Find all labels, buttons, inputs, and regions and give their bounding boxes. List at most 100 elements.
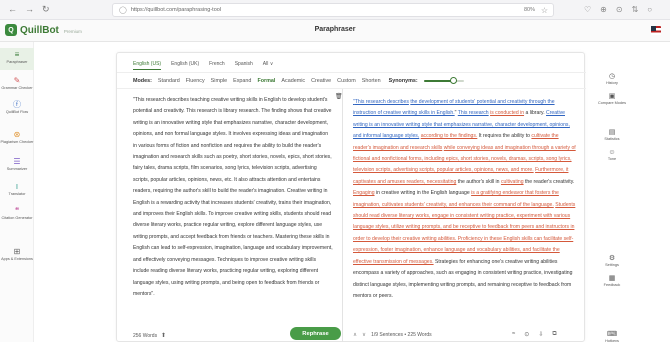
extension-icon[interactable]: ○ <box>647 5 652 14</box>
extension-icon[interactable]: ♡ <box>584 5 591 14</box>
prev-sentence-icon[interactable]: ∧ <box>353 332 357 338</box>
synonyms-slider[interactable] <box>423 77 464 85</box>
changed-words[interactable]: according to the findings. <box>421 133 478 139</box>
reload-icon[interactable]: ↻ <box>42 4 50 15</box>
feedback-icon: ▦ <box>608 275 616 282</box>
sidebar-item-translator[interactable]: ౹ Translator <box>0 182 34 197</box>
browser-toolbar: ← → ↻ ◯ https://quillbot.com/paraphrasin… <box>0 0 670 20</box>
left-sidebar: ≡ Paraphraser ✎ Grammar Checker ⓕ QuillBot Fl… <box>0 42 34 342</box>
sidebar-item-paraphraser[interactable]: ≡ Paraphraser <box>0 48 34 70</box>
tool-feedback[interactable]: ▦ Feedback <box>597 274 627 287</box>
mode-custom[interactable]: Custom <box>337 78 356 84</box>
download-icon[interactable]: ⇩ <box>538 331 543 338</box>
mode-creative[interactable]: Creative <box>311 78 331 84</box>
tool-label: History <box>606 81 618 85</box>
tool-history[interactable]: ◷ History <box>597 72 627 85</box>
sidebar-item-label: Grammar Checker <box>1 86 33 91</box>
synonyms-label: Synonyms: <box>388 78 418 84</box>
tool-statistics[interactable]: ▤ Statistics <box>597 128 627 141</box>
mode-standard[interactable]: Standard <box>158 78 180 84</box>
language-tabs: English (US) English (UK) French Spanish All… <box>133 61 273 70</box>
changed-words[interactable]: is a gratifying endeavor that fosters th… <box>353 190 559 207</box>
app-header: Q QuillBot Premium Paraphraser <box>0 20 670 42</box>
extension-icon[interactable]: ⊕ <box>600 5 607 14</box>
sidebar-item-label: Plagiarism Checker <box>0 140 34 145</box>
upload-icon[interactable]: ⬆ <box>161 332 166 339</box>
tone-icon[interactable]: ⊙ <box>524 331 529 338</box>
sidebar-item-label: Summarizer <box>6 167 28 172</box>
star-icon[interactable]: ☆ <box>541 6 548 15</box>
output-text[interactable]: "This research describes the development… <box>353 97 578 302</box>
tool-label: Compare Modes <box>597 101 627 105</box>
next-sentence-icon[interactable]: ∨ <box>362 332 366 338</box>
chevron-down-icon: ∨ <box>268 61 274 67</box>
mode-fluency[interactable]: Fluency <box>186 78 205 84</box>
sidebar-item-apps-extensions[interactable]: ⊞ Apps & Extensions <box>0 247 34 262</box>
paraphraser-icon: ≡ <box>14 50 20 59</box>
tool-settings[interactable]: ⚙ Settings <box>597 254 627 267</box>
sidebar-item-quillbot-flow[interactable]: ⓕ QuillBot Flow <box>0 100 34 115</box>
citation-generator-icon: ❝ <box>14 206 20 215</box>
sentence-navigator: ∧ ∨ 1/9 Sentences • 225 Words <box>353 332 432 338</box>
us-flag-icon[interactable] <box>651 26 661 35</box>
tool-compare-modes[interactable]: ▣ Compare Modes <box>597 92 627 105</box>
address-bar[interactable]: ◯ https://quillbot.com/paraphrasing-tool… <box>112 3 554 17</box>
summarizer-icon: ☰ <box>13 157 21 166</box>
tool-label: Feedback <box>603 283 621 287</box>
sidebar-item-citation-generator[interactable]: ❝ Citation Generator <box>0 206 34 221</box>
tool-label: Statistics <box>604 137 620 141</box>
sidebar-item-summarizer[interactable]: ☰ Summarizer <box>0 157 34 172</box>
tool-hotkeys[interactable]: ⌨ Hotkeys <box>597 330 627 342</box>
extension-icon[interactable]: ⊙ <box>616 5 623 14</box>
word-count: 256 Words <box>133 333 158 339</box>
divider <box>117 72 586 73</box>
mode-shorten[interactable]: Shorten <box>362 78 381 84</box>
tool-tone[interactable]: ☺ Tone <box>597 149 627 161</box>
word-tune-icon[interactable]: ≈ <box>512 331 515 338</box>
mode-simple[interactable]: Simple <box>211 78 227 84</box>
changed-words[interactable]: Engaging <box>353 190 375 196</box>
sidebar-item-plagiarism-checker[interactable]: ⊛ Plagiarism Checker <box>0 130 34 145</box>
sidebar-item-grammar-checker[interactable]: ✎ Grammar Checker <box>0 76 34 91</box>
mode-expand[interactable]: Expand <box>233 78 251 84</box>
settings-icon: ⚙ <box>608 255 616 262</box>
paraphrase-button[interactable]: Rephrase <box>290 327 341 340</box>
language-tab-spanish[interactable]: Spanish <box>235 61 253 70</box>
paraphraser-card: English (US) English (UK) French Spanish All… <box>116 52 586 342</box>
statistics-icon: ▤ <box>608 129 616 136</box>
quillbot-flow-icon: ⓕ <box>13 100 21 109</box>
output-tools: ≈ ⊙ ⇩ ⧉ <box>512 331 557 338</box>
sidebar-item-label: Paraphraser <box>6 60 28 65</box>
sidebar-item-label: Apps & Extensions <box>1 257 33 262</box>
sidebar-item-label: Citation Generator <box>1 216 33 221</box>
right-sidebar: ◷ History ▣ Compare Modes ▤ Statistics ☺ Tone ⚙ S… <box>585 42 670 342</box>
structural-change[interactable]: This research <box>458 110 489 116</box>
changed-words[interactable]: Students should read diverse literary wo… <box>353 202 575 265</box>
sidebar-item-label: QuillBot Flow <box>5 110 29 115</box>
language-tab-english-uk[interactable]: English (UK) <box>171 61 199 70</box>
hotkeys-icon: ⌨ <box>606 331 618 338</box>
back-icon[interactable]: ← <box>8 4 17 15</box>
compare-modes-icon: ▣ <box>608 93 616 100</box>
copy-icon[interactable]: ⧉ <box>552 331 556 338</box>
plagiarism-checker-icon: ⊛ <box>13 130 21 139</box>
language-tab-all[interactable]: All ∨ <box>263 61 274 70</box>
mode-formal[interactable]: Formal <box>257 78 275 84</box>
slider-knob[interactable] <box>450 77 458 84</box>
modes-bar: Modes: Standard Fluency Simple Expand Formal… <box>133 77 464 85</box>
mode-academic[interactable]: Academic <box>281 78 305 84</box>
pane-divider <box>342 89 343 342</box>
extension-icons: ♡ ⊕ ⊙ ⇅ ○ <box>584 5 652 14</box>
delete-icon[interactable]: 🗑 <box>335 93 343 100</box>
input-textarea[interactable]: "This research describes teaching creati… <box>133 95 333 300</box>
extension-icon[interactable]: ⇅ <box>632 5 639 14</box>
zoom-level[interactable]: 80% <box>524 7 535 13</box>
language-tab-french[interactable]: French <box>209 61 225 70</box>
forward-icon[interactable]: → <box>25 4 34 15</box>
history-icon: ◷ <box>608 73 616 80</box>
changed-words[interactable]: is conducted in <box>490 110 524 116</box>
structural-change[interactable]: This research describes <box>355 99 409 105</box>
changed-words[interactable]: cultivating <box>501 179 524 185</box>
slider-fill <box>423 80 454 82</box>
language-tab-english-us[interactable]: English (US) <box>133 61 162 70</box>
